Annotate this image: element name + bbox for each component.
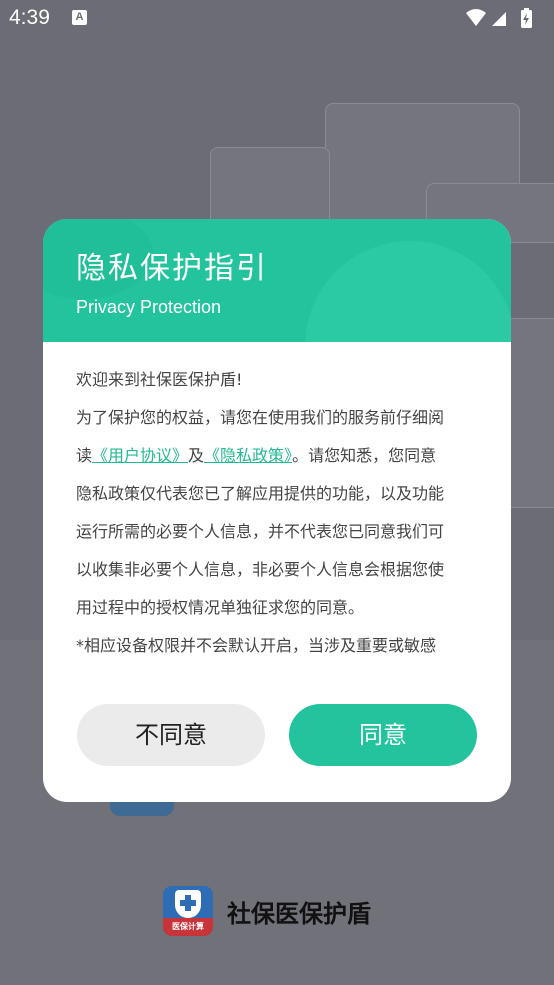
dialog-header: 隐私保护指引 Privacy Protection — [43, 219, 511, 342]
body-line: 欢迎来到社保医保护盾! — [76, 370, 243, 389]
body-line: 为了保护您的权益，请您在使用我们的服务前仔细阅 — [76, 408, 445, 427]
body-line: 以收集非必要个人信息，非必要个人信息会根据您使 — [76, 560, 445, 579]
app-name: 社保医保护盾 — [227, 900, 371, 928]
dialog-subtitle: Privacy Protection — [76, 297, 222, 317]
disagree-button[interactable]: 不同意 — [77, 704, 265, 766]
body-line: *相应设备权限并不会默认开启，当涉及重要或敏感 — [76, 636, 437, 655]
body-line: 读《用户协议》及《隐私政策》。请您知悉，您同意 — [76, 446, 437, 465]
dialog-title: 隐私保护指引 — [76, 251, 268, 286]
dialog-body[interactable]: 欢迎来到社保医保护盾! 为了保护您的权益，请您在使用我们的服务前仔细阅 读《用户… — [76, 361, 481, 661]
app-logo: 医保计算 — [163, 886, 213, 936]
privacy-dialog: 隐私保护指引 Privacy Protection 欢迎来到社保医保护盾! 为了… — [43, 219, 511, 802]
logo-text: 医保计算 — [172, 922, 204, 931]
battery-charging-icon — [521, 8, 532, 28]
body-line: 用过程中的授权情况单独征求您的同意。 — [76, 598, 365, 617]
status-time: 4:39 — [9, 6, 50, 29]
privacy-policy-link[interactable]: 《隐私政策》 — [204, 446, 292, 465]
body-line: 运行所需的必要个人信息，并不代表您已同意我们可 — [76, 522, 445, 541]
header-decoration — [305, 241, 511, 342]
agree-button[interactable]: 同意 — [289, 704, 477, 766]
signal-icon — [492, 12, 506, 26]
status-bar: 4:39 A — [0, 0, 554, 38]
notification-a-icon: A — [72, 10, 87, 25]
user-agreement-link[interactable]: 《用户协议》 — [92, 446, 188, 465]
system-icons — [466, 8, 532, 28]
wifi-icon — [466, 9, 486, 26]
body-line: 隐私政策仅代表您已了解应用提供的功能，以及功能 — [76, 484, 445, 503]
